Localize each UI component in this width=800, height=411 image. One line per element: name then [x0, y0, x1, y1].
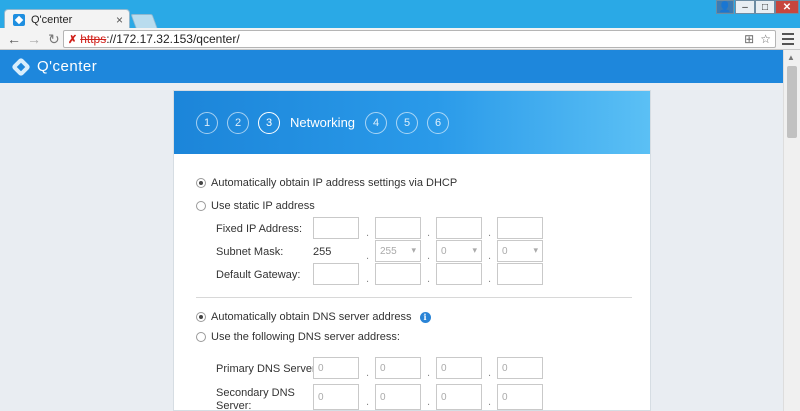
qcenter-favicon-icon [13, 14, 25, 26]
secondary-dns-octet-1[interactable]: 0 [313, 384, 359, 410]
page-scrollbar[interactable]: ▲ [783, 50, 800, 411]
ip-dot: . [366, 273, 370, 285]
url-scheme: https [80, 32, 107, 46]
secondary-dns-octet-3[interactable]: 0 [436, 384, 482, 410]
app-logo-text: Q'center [37, 58, 98, 75]
static-ip-radio-row[interactable]: Use static IP address [196, 200, 315, 212]
ip-dot: . [488, 396, 492, 408]
setup-wizard-card: 1 2 3 Networking 4 5 6 Automatically obt… [173, 90, 651, 411]
tab-title: Q'center [31, 14, 73, 26]
subnet-mask-label: Subnet Mask: [216, 246, 284, 258]
step-1: 1 [196, 111, 218, 134]
scroll-thumb[interactable] [787, 66, 797, 138]
omnibox-actions: ⊞ ☆ [744, 32, 771, 46]
dhcp-radio[interactable] [196, 178, 206, 188]
ip-dot: . [427, 250, 431, 262]
section-divider [196, 297, 632, 298]
forward-arrow-icon[interactable]: → [27, 31, 41, 47]
static-ip-radio[interactable] [196, 201, 206, 211]
secondary-dns-octet-2[interactable]: 0 [375, 384, 421, 410]
browser-toolbar: ← → ↻ ✗ https ://172.17.32.153/qcenter/ … [0, 28, 800, 50]
primary-dns-label: Primary DNS Server: [216, 363, 319, 375]
translate-icon[interactable]: ⊞ [744, 32, 754, 46]
back-arrow-icon[interactable]: ← [7, 31, 21, 47]
url-text: ://172.17.32.153/qcenter/ [106, 32, 240, 46]
ip-dot: . [366, 396, 370, 408]
manual-dns-radio[interactable] [196, 332, 206, 342]
static-ip-label: Use static IP address [211, 200, 315, 212]
fixed-ip-label: Fixed IP Address: [216, 223, 303, 235]
new-tab-button[interactable] [130, 14, 158, 28]
manual-dns-radio-row[interactable]: Use the following DNS server address: [196, 331, 400, 343]
auto-dns-radio[interactable] [196, 312, 206, 322]
ip-dot: . [488, 273, 492, 285]
scroll-up-arrow-icon[interactable]: ▲ [787, 53, 795, 62]
auto-dns-radio-row[interactable]: Automatically obtain DNS server address … [196, 311, 431, 323]
primary-dns-octet-1[interactable]: 0 [313, 357, 359, 379]
subnet-first-octet: 255 [313, 246, 332, 258]
fixed-ip-octet-3[interactable] [436, 217, 482, 239]
ip-dot: . [488, 227, 492, 239]
step-2: 2 [227, 111, 249, 134]
secondary-dns-label: Secondary DNS Server: [216, 387, 295, 411]
step-6: 6 [427, 111, 450, 134]
ip-dot: . [366, 227, 370, 239]
browser-tab[interactable]: Q'center × [4, 9, 130, 30]
default-gateway-label: Default Gateway: [216, 269, 301, 281]
ip-dot: . [427, 367, 431, 379]
fixed-ip-octet-2[interactable] [375, 217, 421, 239]
app-header: Q'center [0, 50, 783, 83]
reload-icon[interactable]: ↻ [48, 31, 60, 47]
gateway-octet-2[interactable] [375, 263, 421, 285]
gateway-octet-3[interactable] [436, 263, 482, 285]
ip-dot: . [488, 250, 492, 262]
subnet-octet-3-select[interactable]: 0 [436, 240, 482, 262]
step-5: 5 [396, 111, 419, 134]
gateway-octet-4[interactable] [497, 263, 543, 285]
minimize-button[interactable]: – [735, 0, 755, 14]
bookmark-star-icon[interactable]: ☆ [760, 32, 771, 46]
browser-menu-icon[interactable] [781, 32, 795, 46]
manual-dns-label: Use the following DNS server address: [211, 331, 400, 343]
fixed-ip-octet-1[interactable] [313, 217, 359, 239]
info-icon[interactable]: i [419, 311, 431, 323]
ip-dot: . [427, 396, 431, 408]
gateway-octet-1[interactable] [313, 263, 359, 285]
ip-dot: . [427, 227, 431, 239]
address-bar[interactable]: ✗ https ://172.17.32.153/qcenter/ ⊞ ☆ [63, 30, 776, 48]
step-4: 4 [365, 111, 388, 134]
ip-dot: . [366, 367, 370, 379]
ip-dot: . [366, 250, 370, 262]
primary-dns-octet-4[interactable]: 0 [497, 357, 543, 379]
secondary-dns-octet-4[interactable]: 0 [497, 384, 543, 410]
step-title: Networking [290, 115, 356, 130]
primary-dns-octet-2[interactable]: 0 [375, 357, 421, 379]
subnet-octet-4-select[interactable]: 0 [497, 240, 543, 262]
auto-dns-label: Automatically obtain DNS server address [211, 311, 412, 323]
ip-dot: . [427, 273, 431, 285]
tab-close-icon[interactable]: × [116, 13, 123, 27]
dhcp-label: Automatically obtain IP address settings… [211, 177, 458, 189]
wizard-steps-header: 1 2 3 Networking 4 5 6 [174, 91, 650, 154]
subnet-octet-2-select[interactable]: 255 [375, 240, 421, 262]
insecure-lock-icon[interactable]: ✗ [68, 33, 77, 46]
qcenter-logo-icon [12, 58, 30, 76]
dhcp-radio-row[interactable]: Automatically obtain IP address settings… [196, 177, 457, 189]
primary-dns-octet-3[interactable]: 0 [436, 357, 482, 379]
ip-dot: . [488, 367, 492, 379]
step-3-active: 3 [258, 111, 280, 134]
fixed-ip-octet-4[interactable] [497, 217, 543, 239]
user-icon[interactable]: 👤 [716, 0, 734, 14]
close-window-button[interactable]: ✕ [775, 0, 799, 14]
maximize-button[interactable]: □ [755, 0, 775, 14]
browser-titlebar: Q'center × 👤 – □ ✕ [0, 0, 800, 30]
